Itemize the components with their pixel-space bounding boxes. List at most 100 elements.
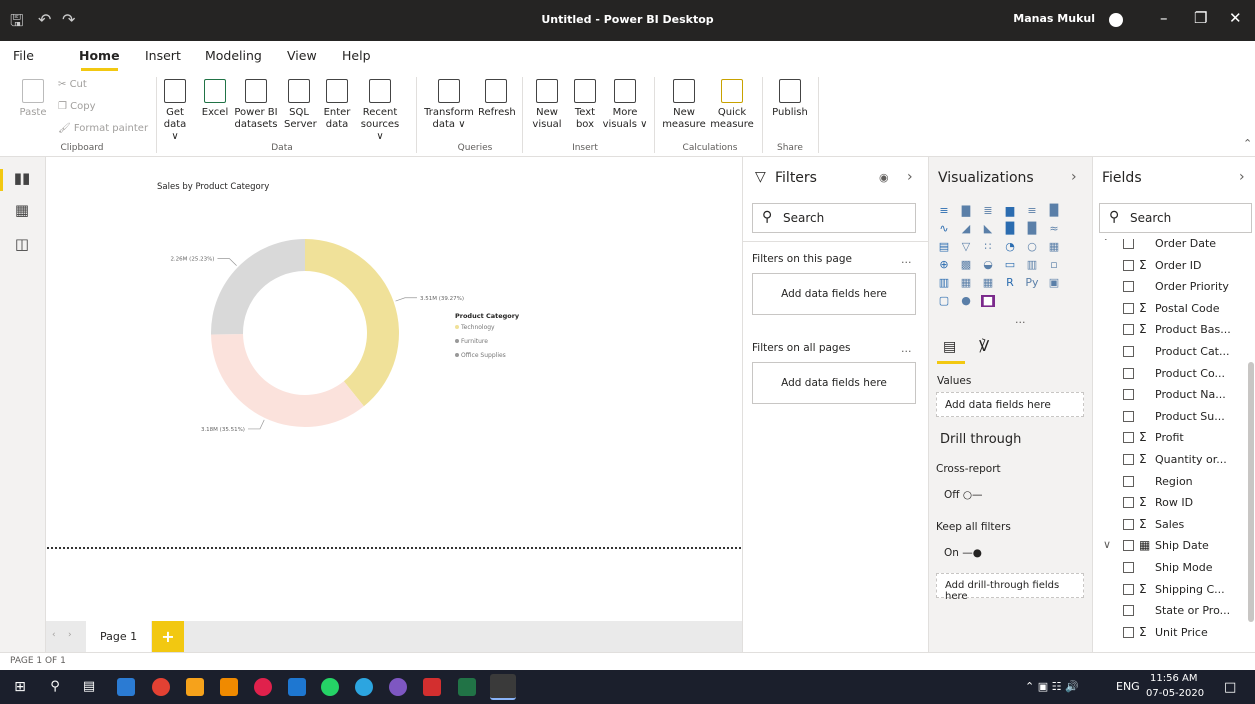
- donut-slice-office-supplies[interactable]: [211, 239, 305, 335]
- format-painter-button[interactable]: 🖌 Format painter: [58, 123, 148, 135]
- key-influencers-icon[interactable]: ▣: [1047, 277, 1061, 289]
- slicer-icon[interactable]: ▥: [937, 277, 951, 289]
- card-icon[interactable]: ▭: [1003, 259, 1017, 271]
- field-checkbox[interactable]: [1123, 432, 1134, 444]
- field-checkbox[interactable]: [1123, 346, 1134, 357]
- more-visuals-icon[interactable]: ...: [1015, 313, 1026, 326]
- filled-map-icon[interactable]: ▩: [959, 259, 973, 271]
- menu-help[interactable]: Help: [342, 48, 371, 63]
- line-icon[interactable]: ∿: [937, 223, 951, 235]
- field-item[interactable]: Product Co...: [1093, 364, 1255, 386]
- pdf-reader-icon[interactable]: [423, 678, 441, 696]
- get-data-button[interactable]: Get data ∨: [162, 79, 188, 143]
- field-item[interactable]: Order Priority: [1093, 277, 1255, 299]
- values-drop[interactable]: Add data fields here: [936, 392, 1084, 417]
- copy-button[interactable]: ❐ Copy: [58, 101, 96, 113]
- donut-slice-furniture[interactable]: [211, 333, 364, 427]
- field-checkbox[interactable]: [1123, 518, 1134, 530]
- field-item[interactable]: Product Su...: [1093, 407, 1255, 429]
- sql-server-button[interactable]: SQL Server: [284, 79, 317, 131]
- all-filters-drop[interactable]: Add data fields here: [752, 362, 916, 404]
- windows-start-icon[interactable]: ⊞: [11, 678, 29, 696]
- text-box-button[interactable]: Text box: [570, 79, 600, 131]
- excel-button[interactable]: Excel: [200, 79, 230, 119]
- new-measure-button[interactable]: New measure: [662, 79, 706, 131]
- treemap-icon[interactable]: ▦: [1047, 241, 1061, 253]
- user-name[interactable]: Manas Mukul: [1013, 12, 1095, 25]
- field-checkbox[interactable]: [1123, 475, 1134, 487]
- stacked-column-icon[interactable]: ▇: [959, 205, 973, 217]
- excel-icon[interactable]: [458, 678, 476, 696]
- field-item[interactable]: Σ Row ID: [1093, 493, 1255, 515]
- paste-button[interactable]: Paste: [14, 79, 52, 119]
- custom-visual-icon[interactable]: ■: [981, 295, 995, 307]
- field-item[interactable]: Product Cat...: [1093, 342, 1255, 364]
- telegram-icon[interactable]: [355, 678, 373, 696]
- publish-button[interactable]: Publish: [770, 79, 810, 119]
- file-explorer-icon[interactable]: [117, 678, 135, 696]
- field-item[interactable]: Region: [1093, 472, 1255, 494]
- ribbon-icon[interactable]: ≈: [1047, 223, 1061, 235]
- field-item[interactable]: Σ Order ID: [1093, 256, 1255, 278]
- powerbi-datasets-button[interactable]: Power BI datasets: [234, 79, 278, 131]
- kpi-icon[interactable]: ▫: [1047, 259, 1061, 271]
- field-item[interactable]: Σ Profit: [1093, 428, 1255, 450]
- clustered-bar-icon[interactable]: ≣: [981, 205, 995, 217]
- add-page-button[interactable]: +: [152, 621, 184, 652]
- cross-report-toggle[interactable]: Off ○—: [944, 489, 983, 501]
- field-checkbox[interactable]: [1123, 281, 1134, 293]
- clock-date[interactable]: 07-05-2020: [1146, 688, 1204, 699]
- prev-page-icon[interactable]: ‹: [52, 630, 56, 640]
- format-roller-icon[interactable]: ℣: [979, 337, 989, 355]
- field-checkbox[interactable]: [1123, 259, 1134, 271]
- restore-icon[interactable]: ❐: [1194, 9, 1207, 27]
- field-checkbox[interactable]: [1123, 583, 1134, 595]
- app-icon[interactable]: [389, 678, 407, 696]
- transform-data-button[interactable]: Transform data ∨: [424, 79, 474, 131]
- legend-item[interactable]: Office Supplies: [461, 352, 506, 359]
- menu-file[interactable]: File: [13, 48, 34, 63]
- new-visual-button[interactable]: New visual: [530, 79, 564, 131]
- report-view-icon[interactable]: ▮▮: [0, 169, 33, 191]
- area-icon[interactable]: ◢: [959, 223, 973, 235]
- field-checkbox[interactable]: [1123, 626, 1134, 638]
- field-item[interactable]: ˅ Order Date: [1093, 239, 1255, 256]
- refresh-button[interactable]: Refresh: [478, 79, 516, 119]
- stacked-bar-icon[interactable]: ≡: [937, 205, 951, 217]
- fields-search-input[interactable]: ⚲ Search: [1099, 203, 1252, 233]
- decomposition-tree-icon[interactable]: ▢: [937, 295, 951, 307]
- field-checkbox[interactable]: [1123, 410, 1134, 422]
- legend-item[interactable]: Technology: [460, 324, 495, 331]
- waterfall-icon[interactable]: ▤: [937, 241, 951, 253]
- chrome-icon[interactable]: [152, 678, 170, 696]
- field-item[interactable]: Product Na...: [1093, 385, 1255, 407]
- field-checkbox[interactable]: [1123, 389, 1134, 401]
- field-checkbox[interactable]: [1123, 497, 1134, 509]
- field-item[interactable]: Σ Sales: [1093, 515, 1255, 537]
- field-item[interactable]: Ship Mode: [1093, 558, 1255, 580]
- outlook-icon[interactable]: [288, 678, 306, 696]
- eye-icon[interactable]: ◉: [879, 171, 889, 184]
- filters-search-input[interactable]: ⚲ Search: [752, 203, 916, 233]
- avatar[interactable]: [1109, 13, 1123, 27]
- gauge-icon[interactable]: ◒: [981, 259, 995, 271]
- field-checkbox[interactable]: [1123, 562, 1134, 573]
- field-item[interactable]: Σ Quantity or...: [1093, 450, 1255, 472]
- menu-view[interactable]: View: [287, 48, 317, 63]
- field-item[interactable]: Σ Product Bas...: [1093, 320, 1255, 342]
- field-checkbox[interactable]: [1123, 605, 1134, 617]
- table-icon[interactable]: ▦: [959, 277, 973, 289]
- funnel-icon[interactable]: ▽: [959, 241, 973, 253]
- multirow-card-icon[interactable]: ▥: [1025, 259, 1039, 271]
- vlc-icon[interactable]: [220, 678, 238, 696]
- search-icon[interactable]: ⚲: [46, 678, 64, 696]
- field-checkbox[interactable]: [1123, 454, 1134, 465]
- donut-slice-technology[interactable]: [305, 239, 399, 407]
- line-column-icon[interactable]: █: [1003, 223, 1017, 235]
- donut-icon[interactable]: ○: [1025, 241, 1039, 253]
- qna-icon[interactable]: ●: [959, 295, 973, 307]
- fields-tab-icon[interactable]: ▤: [943, 339, 956, 355]
- next-page-icon[interactable]: ›: [68, 630, 72, 640]
- field-item[interactable]: State or Pro...: [1093, 601, 1255, 623]
- recent-sources-button[interactable]: Recent sources ∨: [356, 79, 404, 143]
